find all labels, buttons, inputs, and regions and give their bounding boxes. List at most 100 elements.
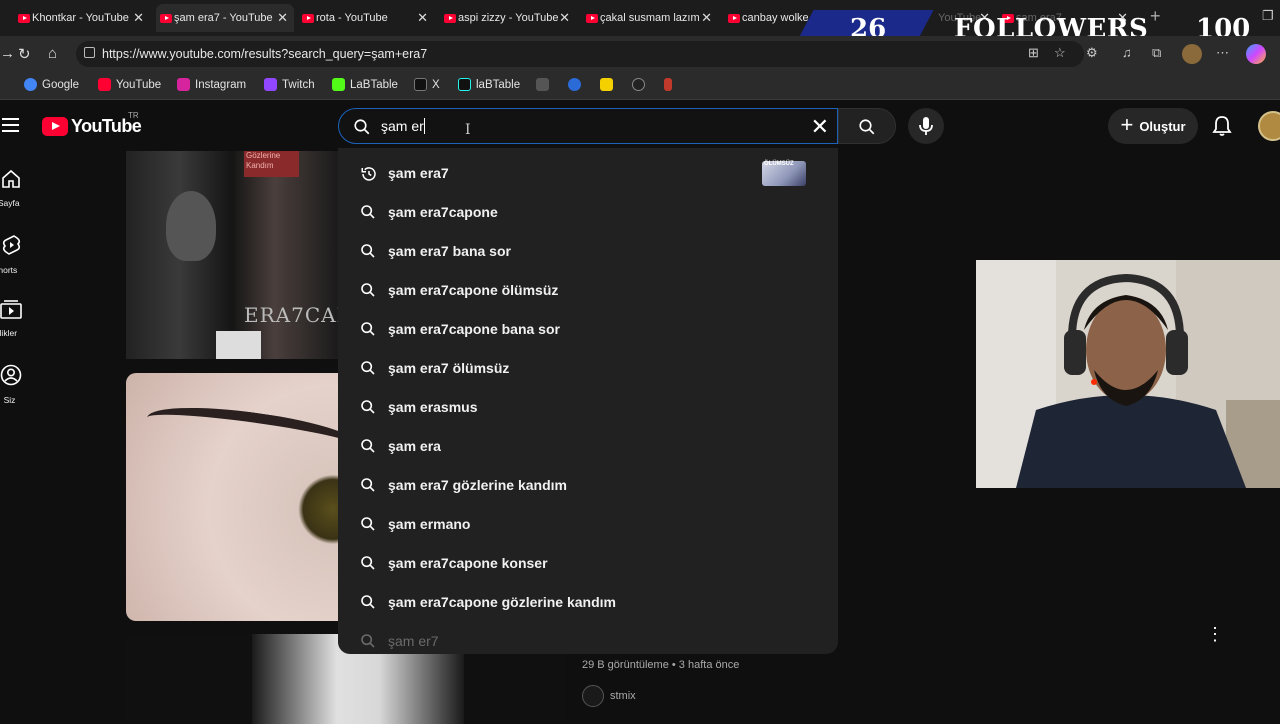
sidebar-item-shorts[interactable]: Shorts — [0, 234, 32, 275]
search-icon — [361, 556, 375, 570]
check-app-icon — [632, 78, 645, 91]
copilot-icon[interactable] — [1246, 44, 1266, 64]
close-tab-icon[interactable]: ✕ — [133, 10, 144, 26]
bookmark-tiktok-labtable[interactable]: laBTable — [458, 78, 520, 91]
search-icon — [361, 478, 375, 492]
channel-name[interactable]: stmix — [610, 690, 636, 702]
extensions-icon[interactable]: ⚙ — [1086, 45, 1098, 61]
back-icon[interactable]: → — [0, 45, 15, 62]
suggestion-item[interactable]: şam era7 ÖLÜMSÜZ — [338, 154, 838, 192]
tab-khontkar[interactable]: Khontkar - YouTube ✕ — [14, 4, 150, 32]
search-input[interactable]: şam er ✕ — [338, 108, 838, 144]
tab-sam-era7[interactable]: şam era7 - YouTube ✕ — [156, 4, 294, 32]
url-field[interactable]: https://www.youtube.com/results?search_q… — [76, 41, 1084, 67]
tab-actions-icon[interactable]: ❐ — [1262, 8, 1274, 24]
profile-avatar[interactable] — [1182, 44, 1202, 64]
bookmark-app4[interactable] — [632, 78, 650, 91]
bookmark-app5[interactable] — [664, 78, 677, 91]
bookmark-twitch[interactable]: Twitch — [264, 78, 315, 91]
clear-search-icon[interactable]: ✕ — [811, 114, 829, 140]
bookmark-instagram[interactable]: Instagram — [177, 78, 246, 91]
search-button[interactable] — [838, 108, 896, 144]
close-tab-icon[interactable]: ✕ — [701, 10, 712, 26]
reload-icon[interactable]: ↻ — [18, 45, 31, 63]
search-icon — [859, 119, 875, 135]
suggestion-item[interactable]: şam erasmus — [338, 388, 838, 426]
s-app-icon — [600, 78, 613, 91]
channel-avatar[interactable] — [582, 685, 604, 707]
webcam-image — [976, 260, 1280, 488]
thumb-bottom-overlay-text: ERA7CAPONE — [244, 303, 338, 327]
search-icon — [361, 322, 375, 336]
youtube-favicon-icon — [302, 13, 314, 23]
search-icon — [361, 400, 375, 414]
bookmark-app3[interactable] — [600, 78, 618, 91]
bookmark-x[interactable]: X — [414, 78, 440, 91]
bookmark-youtube[interactable]: YouTube — [98, 78, 161, 91]
close-tab-icon[interactable]: ✕ — [277, 10, 288, 26]
voice-search-button[interactable] — [908, 108, 944, 144]
plus-icon: + — [1120, 112, 1134, 137]
suggestion-item[interactable]: şam era7capone gözlerine kandım — [338, 583, 838, 621]
tiktok-icon — [458, 78, 471, 91]
tab-aspi-zizzy[interactable]: aspi zizzy - YouTube ✕ — [440, 4, 576, 32]
bookmark-app1[interactable] — [536, 78, 554, 91]
menu-icon[interactable] — [2, 118, 19, 132]
more-options-icon[interactable]: ⋯ — [1216, 45, 1229, 61]
text-caret — [423, 118, 425, 134]
close-tab-icon[interactable]: ✕ — [559, 10, 570, 26]
suggestion-item[interactable]: şam ermano — [338, 505, 838, 543]
bookmark-app2[interactable] — [568, 78, 586, 91]
tab-cakal[interactable]: çakal susmam lazım ✕ — [582, 4, 718, 32]
more-actions-icon[interactable]: ⋮ — [1206, 625, 1224, 643]
close-tab-icon[interactable]: ✕ — [417, 10, 428, 26]
notifications-bell-icon[interactable] — [1212, 115, 1232, 137]
youtube-icon — [98, 78, 111, 91]
collections-icon[interactable]: ⧉ — [1152, 45, 1161, 61]
subscriptions-icon — [0, 300, 22, 319]
channel-row[interactable]: stmix — [582, 685, 636, 707]
video-thumbnail-2[interactable] — [126, 373, 356, 621]
apps-icon[interactable]: ⊞ — [1028, 45, 1039, 61]
favorite-star-icon[interactable]: ☆ — [1054, 45, 1066, 61]
video-thumbnail-1[interactable]: Gözlerine Kandım ERA7CAPONE — [126, 151, 338, 359]
create-button[interactable]: + Oluştur — [1108, 108, 1198, 144]
thumb-light-block — [216, 331, 261, 359]
media-icon[interactable]: ♫ — [1122, 45, 1132, 60]
tab-canbay[interactable]: canbay wolker dö — [724, 4, 814, 32]
search-icon — [361, 283, 375, 297]
site-info-icon[interactable] — [84, 47, 95, 58]
bookmark-labtable[interactable]: LaBTable — [332, 78, 398, 91]
thumb-figure — [166, 191, 216, 261]
account-avatar[interactable] — [1258, 111, 1280, 141]
youtube-favicon-icon — [18, 13, 30, 23]
history-icon — [361, 167, 376, 181]
x-icon — [414, 78, 427, 91]
suggestion-item[interactable]: şam era — [338, 427, 838, 465]
home-icon — [1, 169, 20, 188]
sidebar-item-home[interactable]: Ana Sayfa — [0, 169, 32, 208]
search-icon — [361, 244, 375, 258]
bookmark-divider — [0, 78, 4, 91]
text-cursor-icon: I — [465, 122, 471, 138]
suggestion-item[interactable]: şam era7capone konser — [338, 544, 838, 582]
tab-rota[interactable]: rota - YouTube ✕ — [298, 4, 434, 32]
suggestion-item[interactable]: şam era7 bana sor — [338, 232, 838, 270]
suggestion-item[interactable]: şam era7capone ölümsüz — [338, 271, 838, 309]
suggestion-item[interactable]: şam era7 gözlerine kandım — [338, 466, 838, 504]
sidebar-item-subscriptions[interactable]: Abonelikler — [0, 299, 32, 338]
youtube-logo[interactable]: YouTube — [42, 116, 142, 137]
bookmark-google[interactable]: Google — [24, 78, 79, 91]
circle-app-icon — [568, 78, 581, 91]
twitch-icon — [264, 78, 277, 91]
suggestion-item[interactable]: şam era7capone — [338, 193, 838, 231]
suggestion-item[interactable]: şam era7 ölümsüz — [338, 349, 838, 387]
suggestion-item[interactable]: şam era7capone bana sor — [338, 310, 838, 348]
kick-icon — [332, 78, 345, 91]
suggestion-item[interactable]: şam er7 — [338, 622, 838, 654]
youtube-page: YouTube TR şam er ✕ + Oluştur Ana Sayfa … — [0, 101, 1280, 724]
search-icon — [361, 205, 375, 219]
account-icon — [0, 364, 21, 386]
sidebar-item-you[interactable]: Siz — [0, 364, 32, 405]
home-icon[interactable]: ⌂ — [48, 45, 57, 62]
